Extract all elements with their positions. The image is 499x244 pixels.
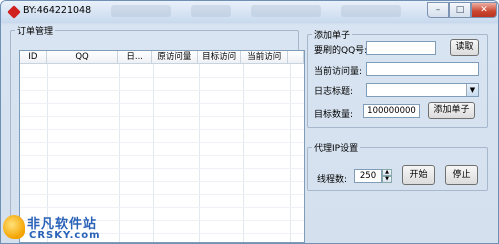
watermark-logo-icon (3, 215, 25, 239)
maximize-button[interactable]: □ (449, 2, 471, 18)
grid-row-line (20, 77, 304, 78)
orders-group: 订单管理 ID QQ 日... 原访问量 目标访问 当前访问 (10, 24, 305, 243)
col-qq[interactable]: QQ (47, 51, 119, 63)
grid-row-line (20, 155, 304, 156)
read-button[interactable]: 读取 (450, 39, 479, 56)
col-id[interactable]: ID (20, 51, 47, 63)
chevron-down-icon[interactable]: ▼ (466, 84, 478, 96)
window-title: BY:464221048 (23, 5, 92, 16)
spin-up-icon[interactable]: ▲ (382, 169, 392, 176)
orders-legend: 订单管理 (17, 27, 54, 37)
grid-row-line (20, 194, 304, 195)
current-visits-label: 当前访问量: (314, 67, 363, 77)
start-button[interactable]: 开始 (402, 165, 435, 185)
threads-input[interactable]: 250 (354, 169, 382, 183)
col-diary[interactable]: 日... (118, 51, 153, 63)
grid-row-line (20, 181, 304, 182)
watermark-en: CRSKY.com (29, 230, 101, 241)
grid-row-line (20, 103, 304, 104)
grid-row-line (20, 207, 304, 208)
target-count-label: 目标数量: (314, 110, 354, 120)
add-order-button[interactable]: 添加单子 (428, 102, 475, 119)
col-current-visits[interactable]: 当前访问 (241, 51, 289, 63)
col-extra (288, 51, 304, 63)
app-diamond-icon (7, 5, 21, 19)
minimize-button[interactable]: – (427, 2, 449, 18)
proxy-legend: 代理IP设置 (314, 144, 359, 154)
col-original-visits[interactable]: 原访问量 (152, 51, 198, 63)
title-blur (111, 5, 171, 17)
target-count-input[interactable]: 100000000 (363, 104, 420, 118)
title-blur (191, 5, 231, 17)
title-blur (341, 5, 401, 17)
threads-spinner[interactable]: ▲ ▼ (382, 169, 392, 183)
qq-label: 要刷的QQ号: (314, 46, 368, 56)
threads-label: 线程数: (317, 175, 348, 185)
grid-row-line (20, 129, 304, 130)
grid-row-line (20, 116, 304, 117)
main-window: BY:464221048 – □ ✕ 订单管理 ID QQ 日... 原访问量 … (0, 0, 499, 244)
title-bar[interactable]: BY:464221048 – □ ✕ (1, 1, 498, 23)
spin-down-icon[interactable]: ▼ (382, 176, 392, 183)
grid-row-line (20, 142, 304, 143)
grid-row-line (20, 90, 304, 91)
grid-row-line (20, 168, 304, 169)
site-watermark: 非凡软件站 CRSKY.com (1, 211, 121, 243)
stop-button[interactable]: 停止 (445, 165, 478, 185)
diary-title-label: 日志标题: (314, 87, 354, 97)
title-blur (251, 5, 321, 17)
add-order-legend: 添加单子 (314, 31, 351, 41)
diary-title-combo[interactable]: ▼ (366, 83, 479, 97)
current-visits-input[interactable] (366, 62, 479, 76)
table-header: ID QQ 日... 原访问量 目标访问 当前访问 (20, 51, 304, 64)
qq-input[interactable] (366, 41, 436, 55)
close-button[interactable]: ✕ (471, 2, 497, 18)
col-target-visits[interactable]: 目标访问 (198, 51, 242, 63)
